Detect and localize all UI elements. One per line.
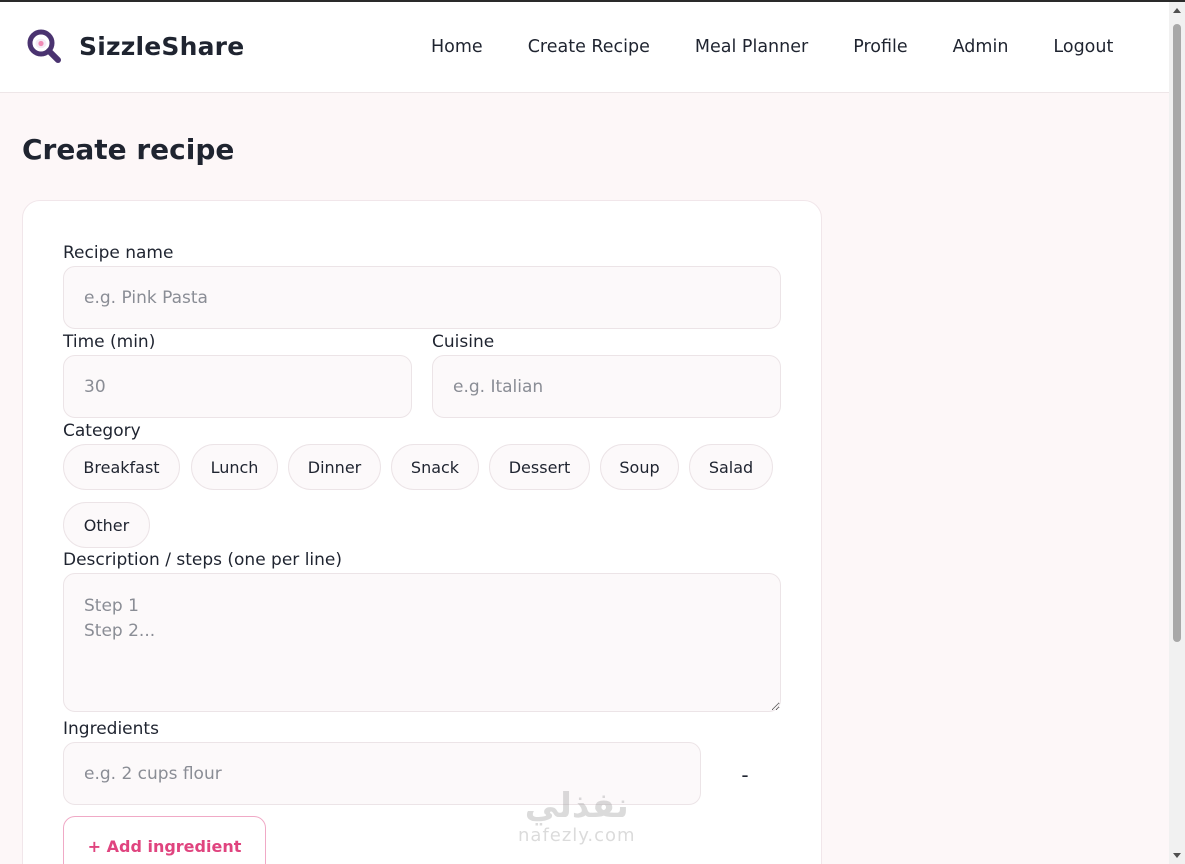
cuisine-label: Cuisine (432, 332, 495, 352)
remove-ingredient-button[interactable]: - (730, 760, 760, 790)
watermark-latin: nafezly.com (518, 825, 636, 846)
nav-create-recipe[interactable]: Create Recipe (528, 37, 650, 57)
page-title: Create recipe (22, 133, 235, 166)
description-label: Description / steps (one per line) (63, 550, 343, 570)
scroll-up-arrow-icon[interactable] (1173, 8, 1181, 13)
nav-profile[interactable]: Profile (853, 37, 907, 57)
magnifier-with-egg-icon (27, 29, 61, 63)
category-chip-salad[interactable]: Salad (689, 444, 773, 490)
category-chip-lunch[interactable]: Lunch (191, 444, 278, 490)
recipe-name-label: Recipe name (63, 243, 174, 263)
time-input[interactable] (63, 355, 412, 418)
scroll-thumb[interactable] (1173, 24, 1181, 642)
cuisine-input[interactable] (432, 355, 781, 418)
description-textarea[interactable] (63, 573, 781, 712)
category-label: Category (63, 421, 141, 441)
nav-home[interactable]: Home (431, 37, 483, 57)
recipe-name-input[interactable] (63, 266, 781, 329)
brand[interactable]: SizzleShare (26, 28, 244, 64)
nav-logout[interactable]: Logout (1053, 37, 1113, 57)
ingredients-label: Ingredients (63, 719, 159, 739)
nav-meal-planner[interactable]: Meal Planner (695, 37, 808, 57)
watermark: نفذلي nafezly.com (518, 786, 636, 846)
nav-admin[interactable]: Admin (953, 37, 1009, 57)
brand-name: SizzleShare (79, 31, 245, 61)
category-chip-other[interactable]: Other (63, 502, 150, 548)
navbar: SizzleShare Home Create Recipe Meal Plan… (0, 2, 1169, 93)
scroll-down-arrow-icon[interactable] (1173, 853, 1181, 858)
category-chip-snack[interactable]: Snack (391, 444, 479, 490)
page-scrollbar[interactable] (1169, 2, 1185, 864)
category-chip-breakfast[interactable]: Breakfast (63, 444, 180, 490)
add-ingredient-button[interactable]: + Add ingredient (63, 816, 266, 864)
category-chip-dinner[interactable]: Dinner (288, 444, 381, 490)
category-chip-dessert[interactable]: Dessert (489, 444, 590, 490)
time-label: Time (min) (63, 332, 156, 352)
watermark-arabic: نفذلي (524, 786, 629, 826)
category-chip-soup[interactable]: Soup (600, 444, 679, 490)
main-nav: Home Create Recipe Meal Planner Profile … (431, 37, 1113, 57)
